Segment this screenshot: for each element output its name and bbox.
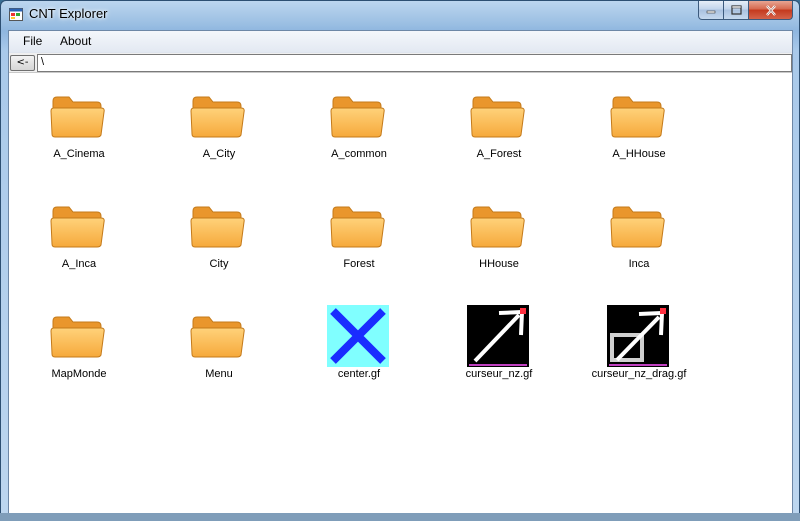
item-label: A_Forest [476, 148, 522, 160]
item-label: Forest [343, 258, 375, 270]
item-label: curseur_nz.gf [465, 368, 533, 380]
item-label: center.gf [337, 368, 381, 380]
close-icon [765, 4, 776, 16]
item-label: City [209, 258, 229, 270]
maximize-icon [730, 5, 742, 15]
item-label: Menu [205, 368, 233, 380]
folder-item[interactable]: A_common [289, 85, 419, 185]
path-input[interactable]: \ [37, 54, 792, 72]
item-label: A_Cinema [53, 148, 105, 160]
file-item[interactable]: curseur_nz.gf [429, 305, 559, 405]
app-window: CNT Explorer File About <- \ A_Cinema A_C… [0, 0, 800, 521]
window-controls [698, 1, 793, 20]
folder-item[interactable]: MapMonde [9, 305, 139, 405]
item-label: A_Inca [61, 258, 97, 270]
close-button[interactable] [749, 1, 793, 20]
folder-icon [610, 206, 665, 248]
cursor-drag-image-icon [607, 305, 669, 367]
folder-icon [610, 96, 665, 138]
client-area: File About <- \ A_Cinema A_City A_common A_… [8, 30, 793, 515]
folder-icon [50, 316, 105, 358]
back-button[interactable]: <- [10, 55, 35, 71]
folder-item[interactable]: Forest [289, 195, 419, 295]
menu-about[interactable]: About [54, 34, 97, 48]
item-label: A_common [331, 148, 387, 160]
minimize-icon [706, 10, 716, 14]
item-label: Inca [628, 258, 650, 270]
folder-icon [50, 96, 105, 138]
file-item[interactable]: center.gf [289, 305, 419, 405]
menu-bar: File About [9, 31, 792, 53]
file-item[interactable]: curseur_nz_drag.gf [569, 305, 699, 405]
folder-item[interactable]: A_Forest [429, 85, 559, 185]
folder-icon [330, 206, 385, 248]
center-image-icon [327, 305, 389, 367]
folder-item[interactable]: City [149, 195, 279, 295]
path-bar: <- \ [9, 53, 792, 73]
folder-icon [470, 96, 525, 138]
file-grid: A_Cinema A_City A_common A_Forest A_HHouse A_… [9, 73, 792, 513]
item-label: HHouse [479, 258, 519, 270]
folder-icon [470, 206, 525, 248]
folder-item[interactable]: A_City [149, 85, 279, 185]
folder-icon [190, 206, 245, 248]
folder-item[interactable]: A_Cinema [9, 85, 139, 185]
folder-item[interactable]: Menu [149, 305, 279, 405]
item-label: A_City [202, 148, 236, 160]
app-icon [9, 8, 23, 21]
menu-file[interactable]: File [17, 34, 48, 48]
maximize-button[interactable] [724, 1, 749, 20]
title-bar[interactable]: CNT Explorer [1, 1, 799, 29]
folder-icon [50, 206, 105, 248]
folder-item[interactable]: A_Inca [9, 195, 139, 295]
taskbar-strip [0, 513, 800, 521]
folder-icon [330, 96, 385, 138]
folder-item[interactable]: HHouse [429, 195, 559, 295]
folder-icon [190, 96, 245, 138]
cursor-image-icon [467, 305, 529, 367]
window-title: CNT Explorer [29, 6, 108, 21]
folder-icon [190, 316, 245, 358]
folder-item[interactable]: Inca [569, 195, 699, 295]
item-label: curseur_nz_drag.gf [591, 368, 687, 380]
item-label: A_HHouse [612, 148, 666, 160]
folder-item[interactable]: A_HHouse [569, 85, 699, 185]
item-label: MapMonde [51, 368, 107, 380]
minimize-button[interactable] [698, 1, 724, 20]
